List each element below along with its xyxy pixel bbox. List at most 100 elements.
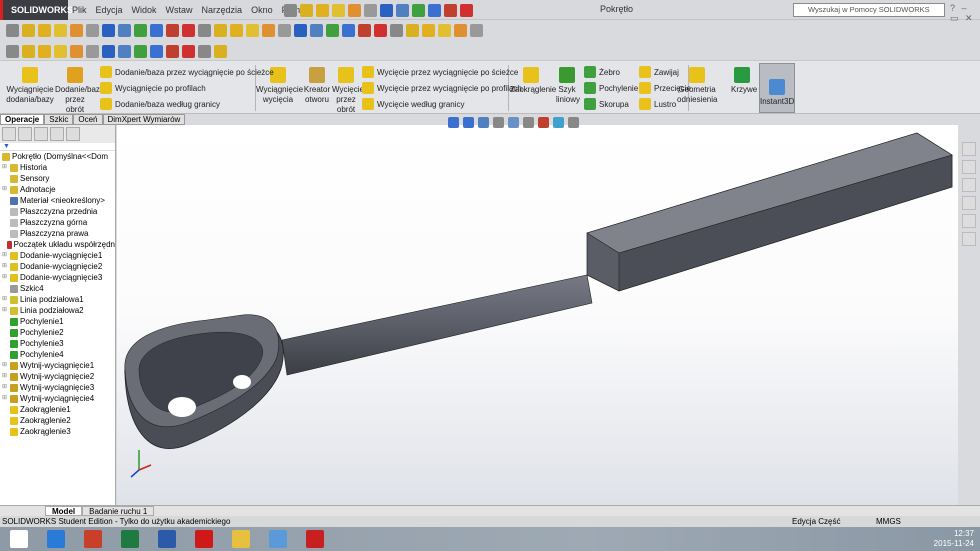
tree-item[interactable]: Zaokrąglenie1 <box>0 404 115 415</box>
toolbar-button-icon[interactable] <box>380 3 393 17</box>
tab-operacje[interactable]: Operacje <box>0 114 45 125</box>
tree-item[interactable]: Pochylenie4 <box>0 349 115 360</box>
config-tab-icon[interactable] <box>34 127 48 141</box>
command-small-button[interactable]: Skorupa <box>584 98 629 110</box>
part-model[interactable] <box>117 125 958 505</box>
toolbar-button-icon[interactable] <box>348 3 361 17</box>
toolbar-button-icon[interactable] <box>86 23 99 37</box>
view-tool-icon[interactable] <box>463 117 474 128</box>
tree-item[interactable]: ⊞ Historia <box>0 162 115 173</box>
toolbar-button-icon[interactable] <box>22 44 35 58</box>
feature-tree-tab-icon[interactable] <box>2 127 16 141</box>
expand-icon[interactable]: ⊞ <box>2 360 8 371</box>
view-tool-icon[interactable] <box>568 117 579 128</box>
solidworks-icon[interactable] <box>306 530 324 548</box>
tree-item[interactable]: ⊞ Wytnij-wyciągnięcie2 <box>0 371 115 382</box>
toolbar-button-icon[interactable] <box>102 23 115 37</box>
tree-item[interactable]: Szkic4 <box>0 283 115 294</box>
toolbar-button-icon[interactable] <box>278 23 291 37</box>
toolbar-button-icon[interactable] <box>460 3 473 17</box>
tree-item[interactable]: Sensory <box>0 173 115 184</box>
expand-icon[interactable]: ⊞ <box>2 294 8 305</box>
command-instant3d-button[interactable]: Instant3D <box>760 79 794 107</box>
command-small-button[interactable]: Przecięcie <box>639 82 691 94</box>
toolbar-button-icon[interactable] <box>310 23 323 37</box>
tab-oceń[interactable]: Oceń <box>73 114 103 125</box>
toolbar-button-icon[interactable] <box>198 23 211 37</box>
view-tool-icon[interactable] <box>523 117 534 128</box>
dimxpert-tab-icon[interactable] <box>50 127 64 141</box>
tab-badanie-ruchu-1[interactable]: Badanie ruchu 1 <box>82 506 155 516</box>
toolbar-button-icon[interactable] <box>150 23 163 37</box>
toolbar-button-icon[interactable] <box>70 44 83 58</box>
toolbar-button-icon[interactable] <box>358 23 371 37</box>
tab-dimxpert-wymiarów[interactable]: DimXpert Wymiarów <box>102 114 186 125</box>
expand-icon[interactable]: ⊞ <box>2 393 8 404</box>
toolbar-button-icon[interactable] <box>166 44 179 58</box>
toolbar-button-icon[interactable] <box>54 23 67 37</box>
menu-item-5[interactable]: Okno <box>251 0 273 20</box>
command-small-button[interactable]: Lustro <box>639 98 676 110</box>
tree-item[interactable]: Początek układu współrzędn <box>0 239 115 250</box>
toolbar-button-icon[interactable] <box>390 23 403 37</box>
custom-properties-icon[interactable] <box>962 232 976 246</box>
toolbar-button-icon[interactable] <box>38 44 51 58</box>
help-search-input[interactable]: Wyszukaj w Pomocy SOLIDWORKS <box>793 3 945 17</box>
menu-item-0[interactable]: Plik <box>72 0 87 20</box>
command-small-button[interactable]: Wycięcie przez wyciągnięcie po profilach <box>362 82 522 94</box>
tree-item[interactable]: Płaszczyzna prawa <box>0 228 115 239</box>
toolbar-button-icon[interactable] <box>454 23 467 37</box>
command-small-button[interactable]: Dodanie/baza według granicy <box>100 98 220 110</box>
toolbar-button-icon[interactable] <box>300 3 313 17</box>
tab-szkic[interactable]: Szkic <box>44 114 74 125</box>
toolbar-button-icon[interactable] <box>422 23 435 37</box>
expand-icon[interactable]: ⊞ <box>2 305 8 316</box>
tree-item[interactable]: Materiał <nieokreślony> <box>0 195 115 206</box>
toolbar-button-icon[interactable] <box>412 3 425 17</box>
tree-item[interactable]: ⊞ Wytnij-wyciągnięcie4 <box>0 393 115 404</box>
command-dodanie/baza-button[interactable]: Dodanie/baza przez obrót <box>55 67 104 115</box>
toolbar-button-icon[interactable] <box>316 3 329 17</box>
file-explorer-icon[interactable] <box>962 178 976 192</box>
toolbar-button-icon[interactable] <box>38 23 51 37</box>
toolbar-button-icon[interactable] <box>326 23 339 37</box>
view-tool-icon[interactable] <box>478 117 489 128</box>
filter-icon[interactable]: ▼ <box>0 143 115 151</box>
tree-item[interactable]: ⊞ Wytnij-wyciągnięcie1 <box>0 360 115 371</box>
toolbar-button-icon[interactable] <box>198 44 211 58</box>
appearances-icon[interactable] <box>962 214 976 228</box>
window-controls[interactable]: ? – ▭ ✕ <box>950 3 980 24</box>
toolbar-button-icon[interactable] <box>182 23 195 37</box>
toolbar-button-icon[interactable] <box>470 23 483 37</box>
toolbar-button-icon[interactable] <box>294 23 307 37</box>
menu-item-2[interactable]: Widok <box>132 0 157 20</box>
display-tab-icon[interactable] <box>66 127 80 141</box>
tree-item[interactable]: Pochylenie3 <box>0 338 115 349</box>
tree-item[interactable]: Zaokrąglenie2 <box>0 415 115 426</box>
command-wycięcie-button[interactable]: Wycięcie przez obrót <box>332 67 364 115</box>
toolbar-button-icon[interactable] <box>444 3 457 17</box>
tree-item[interactable]: ⊞ Dodanie-wyciągnięcie2 <box>0 261 115 272</box>
solidworks-logo[interactable]: SOLIDWORKS <box>0 0 73 20</box>
toolbar-button-icon[interactable] <box>6 23 19 37</box>
view-tool-icon[interactable] <box>508 117 519 128</box>
toolbar-button-icon[interactable] <box>396 3 409 17</box>
tree-item[interactable]: ⊞ Dodanie-wyciągnięcie1 <box>0 250 115 261</box>
tree-item[interactable]: Płaszczyzna przednia <box>0 206 115 217</box>
graphics-viewport[interactable] <box>117 125 958 505</box>
property-tab-icon[interactable] <box>18 127 32 141</box>
command-kreator-button[interactable]: Kreator otworu <box>303 67 331 105</box>
clock[interactable]: 12:37 2015-11-24 <box>934 529 974 549</box>
tree-item[interactable]: Pochylenie2 <box>0 327 115 338</box>
tree-item[interactable]: Zaokrąglenie3 <box>0 426 115 437</box>
resources-icon[interactable] <box>962 142 976 156</box>
command-small-button[interactable]: Zawijaj <box>639 66 679 78</box>
command-small-button[interactable]: Wyciągnięcie po profilach <box>100 82 206 94</box>
file-explorer-icon[interactable] <box>232 530 250 548</box>
units-selector[interactable]: MMGS <box>876 516 901 527</box>
view-tool-icon[interactable] <box>553 117 564 128</box>
powerpoint-icon[interactable] <box>84 530 102 548</box>
tree-root[interactable]: Pokrętło (Domyślna<<Dom <box>0 151 115 162</box>
toolbar-button-icon[interactable] <box>166 23 179 37</box>
word-icon[interactable] <box>158 530 176 548</box>
